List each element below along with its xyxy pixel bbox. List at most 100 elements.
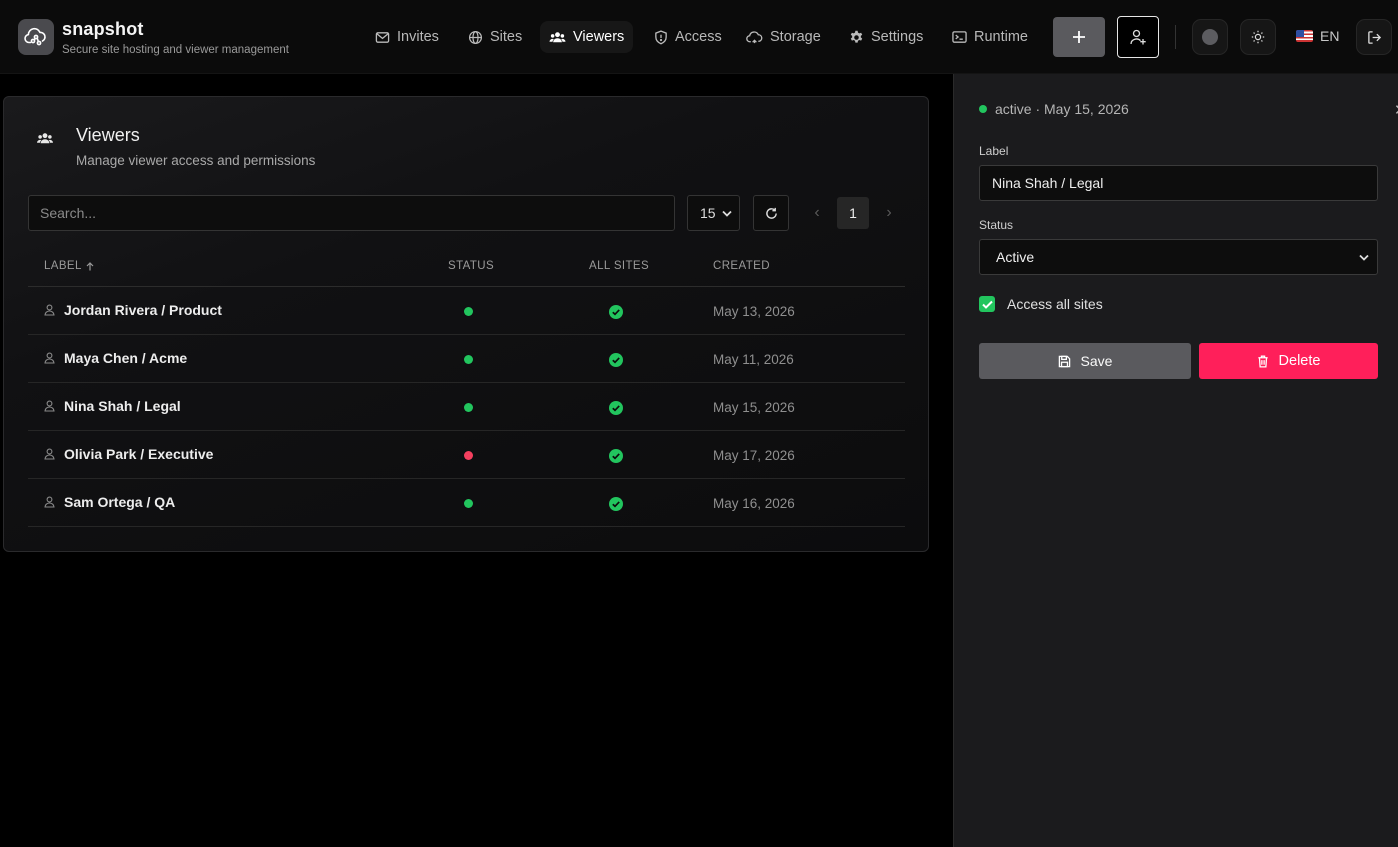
check-circle-icon	[609, 497, 623, 511]
label-field-label: Label	[979, 144, 1009, 158]
column-label-header[interactable]: LABEL	[44, 260, 94, 272]
table-row[interactable]: Maya Chen / Acme May 11, 2026	[28, 335, 905, 383]
globe-icon	[468, 30, 483, 44]
page-subtitle: Manage viewer access and permissions	[76, 153, 316, 168]
status-active-dot	[979, 105, 987, 113]
status-active-dot	[464, 355, 473, 364]
logout-button[interactable]	[1356, 19, 1392, 55]
user-icon	[44, 304, 55, 316]
delete-label: Delete	[1278, 353, 1321, 369]
gear-icon	[850, 30, 863, 43]
status-active-dot	[464, 499, 473, 508]
viewers-card: Viewers Manage viewer access and permiss…	[3, 96, 929, 552]
shield-icon	[655, 29, 667, 44]
viewer-label: Olivia Park / Executive	[64, 446, 214, 462]
status-field-label: Status	[979, 218, 1014, 232]
language-label: EN	[1320, 28, 1340, 44]
theme-dot-icon	[1202, 29, 1218, 45]
created-date: May 16, 2026	[713, 496, 795, 511]
column-label-text: LABEL	[44, 260, 82, 272]
label-input[interactable]: Nina Shah / Legal	[979, 165, 1378, 201]
refresh-icon	[765, 207, 777, 219]
save-label: Save	[1080, 353, 1113, 369]
nav-sites-label: Sites	[490, 29, 523, 45]
nav-sites[interactable]: Sites	[459, 21, 531, 53]
top-navigation-bar: snapshot Secure site hosting and viewer …	[0, 0, 1398, 74]
table-row[interactable]: Nina Shah / Legal May 15, 2026	[28, 383, 905, 431]
table-row[interactable]: Sam Ortega / QA May 16, 2026	[28, 479, 905, 527]
column-all-sites-header[interactable]: ALL SITES	[589, 260, 649, 272]
row-label-cell: Sam Ortega / QA	[44, 494, 175, 510]
nav-storage[interactable]: Storage	[737, 21, 830, 53]
add-button[interactable]	[1053, 17, 1105, 57]
nav-settings[interactable]: Settings	[840, 21, 932, 53]
search-input[interactable]	[28, 195, 675, 231]
viewer-label: Jordan Rivera / Product	[64, 302, 222, 318]
cloud-logo-icon[interactable]	[18, 19, 54, 55]
close-panel-icon[interactable]: ✕	[1394, 101, 1398, 119]
table-row[interactable]: Jordan Rivera / Product May 13, 2026	[28, 287, 905, 335]
next-page-button[interactable]: ›	[879, 202, 899, 224]
header-divider	[1175, 25, 1176, 49]
sun-icon	[1251, 30, 1265, 44]
toggle-theme-button[interactable]	[1240, 19, 1276, 55]
column-created-header[interactable]: CREATED	[713, 260, 770, 272]
nav-runtime-label: Runtime	[974, 29, 1028, 45]
current-page-button[interactable]: 1	[837, 197, 869, 229]
label-input-value: Nina Shah / Legal	[992, 175, 1104, 191]
table-row[interactable]: Olivia Park / Executive May 17, 2026	[28, 431, 905, 479]
trash-icon	[1257, 355, 1268, 368]
nav-viewers[interactable]: Viewers	[540, 21, 634, 53]
created-date: May 13, 2026	[713, 304, 795, 319]
nav-invites[interactable]: Invites	[366, 21, 448, 53]
column-status-header[interactable]: STATUS	[448, 260, 494, 272]
created-date: May 15, 2026	[713, 400, 795, 415]
refresh-button[interactable]	[753, 195, 789, 231]
plus-icon	[1073, 31, 1085, 43]
save-button[interactable]: Save	[979, 343, 1191, 379]
logout-icon	[1367, 30, 1381, 44]
nav-invites-label: Invites	[397, 29, 439, 45]
language-selector[interactable]: EN	[1296, 28, 1339, 44]
theme-color-button[interactable]	[1192, 19, 1228, 55]
page-size-value: 15	[700, 205, 716, 221]
status-inactive-dot	[464, 451, 473, 460]
check-circle-icon	[609, 401, 623, 415]
status-line-text: active · May 15, 2026	[995, 101, 1129, 117]
users-icon	[36, 131, 54, 146]
created-date: May 17, 2026	[713, 448, 795, 463]
viewer-label: Nina Shah / Legal	[64, 398, 181, 414]
page-size-select[interactable]: 15	[687, 195, 740, 231]
status-select[interactable]: Active	[979, 239, 1378, 275]
viewer-label: Sam Ortega / QA	[64, 494, 176, 510]
nav-access[interactable]: Access	[645, 21, 731, 53]
access-all-sites-label: Access all sites	[1007, 296, 1103, 312]
save-icon	[1058, 355, 1070, 367]
access-all-sites-option[interactable]: Access all sites	[979, 296, 1103, 312]
add-viewer-button[interactable]	[1117, 16, 1159, 58]
nav-settings-label: Settings	[871, 29, 924, 45]
row-label-cell: Maya Chen / Acme	[44, 350, 187, 366]
chevron-down-icon	[722, 210, 732, 217]
chevron-down-icon	[1359, 254, 1369, 261]
prev-page-button[interactable]: ‹	[807, 202, 827, 224]
status-select-value: Active	[996, 249, 1035, 265]
terminal-icon	[952, 31, 967, 43]
delete-button[interactable]: Delete	[1199, 343, 1378, 379]
viewer-detail-panel: active · May 15, 2026 ✕ Label Nina Shah …	[953, 74, 1398, 847]
row-label-cell: Jordan Rivera / Product	[44, 302, 222, 318]
table-header: LABEL STATUS ALL SITES CREATED	[28, 247, 905, 287]
users-icon	[549, 31, 566, 42]
nav-access-label: Access	[675, 29, 722, 45]
nav-runtime[interactable]: Runtime	[943, 21, 1037, 53]
check-circle-icon	[609, 353, 623, 367]
nav-storage-label: Storage	[770, 29, 821, 45]
viewer-label: Maya Chen / Acme	[64, 350, 188, 366]
viewer-status-line: active · May 15, 2026	[979, 101, 1129, 117]
us-flag-icon	[1296, 30, 1313, 42]
checkmark-icon	[981, 300, 993, 309]
access-all-sites-checkbox[interactable]	[979, 296, 995, 312]
status-active-dot	[464, 307, 473, 316]
cloud-icon	[746, 31, 763, 44]
created-date: May 11, 2026	[713, 352, 794, 367]
